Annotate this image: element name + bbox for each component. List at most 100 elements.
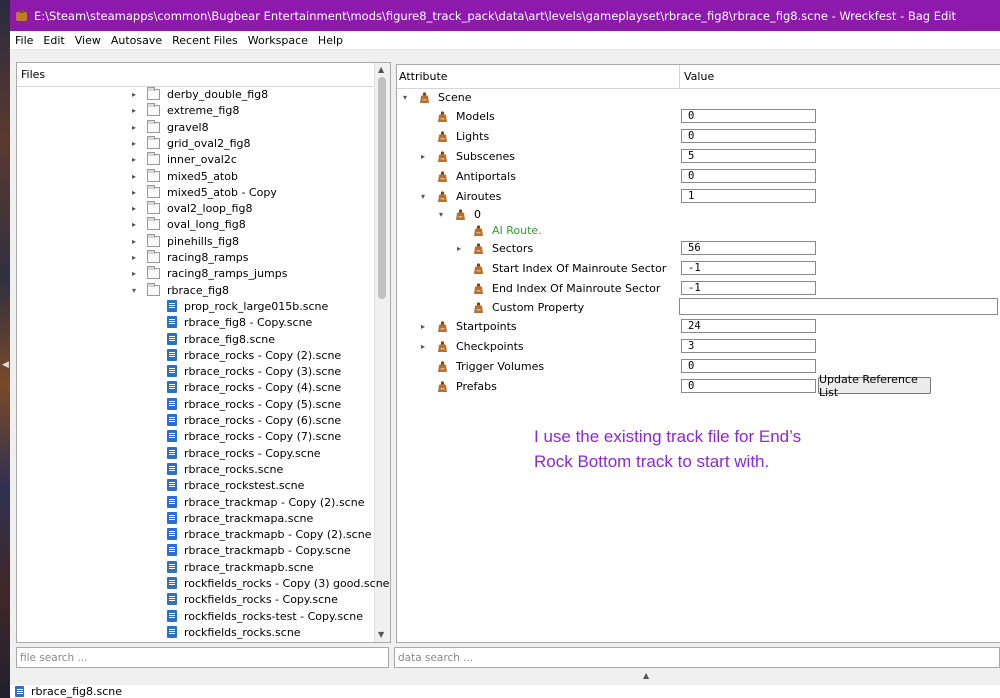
chevron-right-icon[interactable]: ▸ <box>132 123 142 132</box>
folder-item[interactable]: ▸ inner_oval2c <box>132 151 237 167</box>
chevron-right-icon[interactable]: ▸ <box>132 188 142 197</box>
chevron-right-icon[interactable]: ▸ <box>132 269 142 278</box>
attribute-row[interactable]: ▾ Airoutes <box>421 188 501 204</box>
attribute-row[interactable]: ▾ Scene <box>403 89 472 105</box>
folder-item[interactable]: ▸ racing8_ramps_jumps <box>132 265 287 281</box>
attribute-row[interactable]: Prefabs <box>436 378 497 394</box>
scroll-thumb[interactable] <box>378 77 386 299</box>
attribute-value-field[interactable]: 0 <box>681 379 816 393</box>
splitter-handle-icon[interactable]: ▲ <box>643 671 649 680</box>
attribute-row[interactable]: Trigger Volumes <box>436 358 544 374</box>
file-item[interactable]: rbrace_trackmapb.scne <box>167 559 314 575</box>
chevron-right-icon[interactable]: ▸ <box>132 220 142 229</box>
menu-view[interactable]: View <box>70 34 106 47</box>
attribute-row[interactable]: ▾ 0 <box>439 206 481 222</box>
menu-autosave[interactable]: Autosave <box>106 34 167 47</box>
chevron-right-icon[interactable]: ▸ <box>132 139 142 148</box>
files-header[interactable]: Files <box>17 63 373 87</box>
folder-item[interactable]: ▸ grid_oval2_fig8 <box>132 135 251 151</box>
chevron-down-icon[interactable]: ▾ <box>403 93 413 102</box>
attribute-value-field[interactable] <box>679 298 998 315</box>
file-item[interactable]: rockfields_rocks-test - Copy.scne <box>167 608 363 624</box>
attribute-value-field[interactable]: 0 <box>681 109 816 123</box>
folder-item[interactable]: ▸ gravel8 <box>132 119 209 135</box>
file-item[interactable]: rbrace_rocks - Copy (5).scne <box>167 396 341 412</box>
menu-workspace[interactable]: Workspace <box>243 34 313 47</box>
attribute-row[interactable]: ▸ Checkpoints <box>421 338 524 354</box>
attribute-row[interactable]: Models <box>436 108 495 124</box>
file-item[interactable]: rockfields_rocks.scne <box>167 624 301 640</box>
chevron-right-icon[interactable]: ▸ <box>132 204 142 213</box>
file-item[interactable]: rbrace_fig8 - Copy.scne <box>167 314 312 330</box>
file-item[interactable]: prop_rock_large015b.scne <box>167 298 328 314</box>
folder-item[interactable]: ▸ pinehills_fig8 <box>132 233 239 249</box>
folder-item[interactable]: ▸ extreme_fig8 <box>132 102 239 118</box>
chevron-right-icon[interactable]: ▸ <box>132 172 142 181</box>
attribute-value-field[interactable]: -1 <box>681 281 816 295</box>
files-scrollbar[interactable]: ▲ ▼ <box>374 63 390 642</box>
update-reference-list-button[interactable]: Update Reference List <box>818 373 931 399</box>
menu-file[interactable]: File <box>10 34 38 47</box>
attribute-row[interactable]: ▸ Subscenes <box>421 148 515 164</box>
attribute-value-field[interactable]: 0 <box>681 359 816 373</box>
scroll-up-icon[interactable]: ▲ <box>378 65 384 74</box>
file-item[interactable]: rbrace_trackmapb - Copy.scne <box>167 542 351 558</box>
attribute-value-field[interactable]: 56 <box>681 241 816 255</box>
attribute-row[interactable]: ▸ Sectors <box>457 240 533 256</box>
folder-item[interactable]: ▸ oval_long_fig8 <box>132 216 246 232</box>
attribute-value-field[interactable]: 0 <box>681 129 816 143</box>
folder-item[interactable]: ▸ mixed5_atob <box>132 168 238 184</box>
attribute-row[interactable]: End Index Of Mainroute Sector <box>472 280 660 296</box>
menu-help[interactable]: Help <box>313 34 348 47</box>
file-item[interactable]: rbrace_rocks.scne <box>167 461 283 477</box>
attribute-row[interactable]: Antiportals <box>436 168 516 184</box>
file-item[interactable]: rbrace_trackmapa.scne <box>167 510 313 526</box>
attribute-row[interactable]: Custom Property <box>472 299 584 315</box>
chevron-right-icon[interactable]: ▸ <box>421 322 431 331</box>
chevron-right-icon[interactable]: ▸ <box>421 152 431 161</box>
file-item[interactable]: rbrace_rocks - Copy (6).scne <box>167 412 341 428</box>
chevron-right-icon[interactable]: ▸ <box>132 106 142 115</box>
data-search-input[interactable]: data search ... <box>394 647 1000 668</box>
folder-item[interactable]: ▸ derby_double_fig8 <box>132 86 268 102</box>
attribute-value-field[interactable]: 24 <box>681 319 816 333</box>
folder-item[interactable]: ▸ oval2_loop_fig8 <box>132 200 252 216</box>
attribute-row[interactable]: Lights <box>436 128 489 144</box>
file-item[interactable]: rbrace_rocks - Copy.scne <box>167 445 321 461</box>
attribute-value-field[interactable]: 0 <box>681 169 816 183</box>
chevron-right-icon[interactable]: ▸ <box>421 342 431 351</box>
folder-item-open[interactable]: ▾ rbrace_fig8 <box>132 282 229 298</box>
chevron-right-icon[interactable]: ▸ <box>132 90 142 99</box>
file-item[interactable]: rbrace_rockstest.scne <box>167 477 304 493</box>
chevron-right-icon[interactable]: ▸ <box>457 244 467 253</box>
attribute-value-field[interactable]: 1 <box>681 189 816 203</box>
chevron-down-icon[interactable]: ▾ <box>439 210 449 219</box>
attribute-row[interactable]: ▸ Startpoints <box>421 318 517 334</box>
menu-edit[interactable]: Edit <box>38 34 69 47</box>
attribute-row[interactable]: AI Route. <box>472 222 542 238</box>
file-item[interactable]: rbrace_rocks - Copy (3).scne <box>167 363 341 379</box>
chevron-right-icon[interactable]: ▸ <box>132 155 142 164</box>
scroll-down-icon[interactable]: ▼ <box>378 630 384 639</box>
attribute-column-header[interactable]: Attribute <box>397 65 680 88</box>
attribute-value-field[interactable]: 3 <box>681 339 816 353</box>
attribute-row[interactable]: Start Index Of Mainroute Sector <box>472 260 666 276</box>
attribute-value-field[interactable]: -1 <box>681 261 816 275</box>
file-item[interactable]: rbrace_trackmapb - Copy (2).scne <box>167 526 371 542</box>
value-column-header[interactable]: Value <box>680 70 714 83</box>
file-item[interactable]: rbrace_rocks - Copy (7).scne <box>167 428 341 444</box>
menu-recent-files[interactable]: Recent Files <box>167 34 243 47</box>
chevron-right-icon[interactable]: ▸ <box>132 253 142 262</box>
file-item[interactable]: rbrace_fig8.scne <box>167 331 275 347</box>
file-item[interactable]: rockfields_rocks - Copy.scne <box>167 591 338 607</box>
chevron-right-icon[interactable]: ▸ <box>132 237 142 246</box>
chevron-down-icon[interactable]: ▾ <box>421 192 431 201</box>
folder-item[interactable]: ▸ mixed5_atob - Copy <box>132 184 277 200</box>
folder-item[interactable]: ▸ racing8_ramps <box>132 249 249 265</box>
file-item[interactable]: rbrace_rocks - Copy (4).scne <box>167 379 341 395</box>
file-item[interactable]: rbrace_rocks - Copy (2).scne <box>167 347 341 363</box>
chevron-down-icon[interactable]: ▾ <box>132 286 142 295</box>
attribute-value-field[interactable]: 5 <box>681 149 816 163</box>
file-item[interactable]: rbrace_trackmap - Copy (2).scne <box>167 494 364 510</box>
file-item[interactable]: rockfields_rocks - Copy (3) good.scne <box>167 575 389 591</box>
